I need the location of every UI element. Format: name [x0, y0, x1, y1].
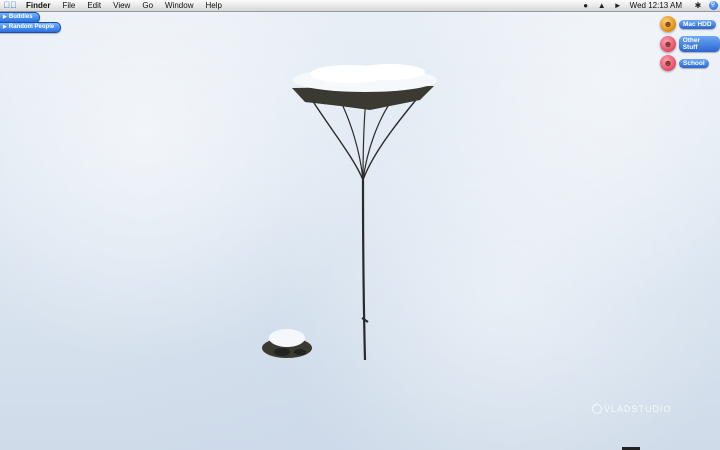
wifi-icon[interactable]: ▲	[594, 0, 610, 11]
volume-icon[interactable]: ►	[610, 0, 626, 11]
wallpaper-plant-illustration	[262, 64, 437, 361]
folder-disk-icon: ☻	[660, 55, 676, 71]
desktop-icon-school[interactable]: ☻ School	[660, 55, 709, 71]
menu-view[interactable]: View	[107, 0, 136, 11]
menu-edit[interactable]: Edit	[81, 0, 107, 11]
menu-file[interactable]: File	[56, 0, 81, 11]
search-icon: ⚲	[708, 1, 718, 10]
menu-go[interactable]: Go	[136, 0, 159, 11]
disclosure-triangle-icon: ▶	[3, 24, 7, 30]
spotlight-button[interactable]: ⚲	[706, 0, 720, 11]
menu-help[interactable]: Help	[199, 0, 227, 11]
bluetooth-icon[interactable]: ✱	[690, 0, 706, 11]
disclosure-triangle-icon: ▶	[3, 14, 7, 20]
desktop-icon-label: School	[679, 58, 709, 68]
wallpaper-watermark: VLADSTUDIO	[592, 404, 672, 414]
folder-disk-icon: ☻	[660, 36, 676, 52]
drawer-tab-random-people[interactable]: ▶ Random People	[0, 22, 62, 33]
menu-app-finder[interactable]: Finder	[20, 0, 56, 11]
watermark-text: VLADSTUDIO	[604, 404, 672, 414]
menu-clock[interactable]: Wed 12:13 AM	[626, 0, 690, 11]
desktop-icon-label: Mac HDD	[679, 19, 716, 29]
desktop-icon-mac-hdd[interactable]: ☻ Mac HDD	[660, 16, 716, 32]
drawer-label: Buddies	[8, 14, 33, 20]
menu-window[interactable]: Window	[159, 0, 199, 11]
drawer-label: Random People	[8, 24, 55, 30]
apple-menu-icon[interactable]: 	[0, 0, 20, 11]
user-icon[interactable]: ●	[578, 0, 594, 11]
hard-drive-icon: ☻	[660, 16, 676, 32]
desktop-icon-other-stuff[interactable]: ☻ Other Stuff	[660, 36, 720, 52]
desktop-icon-label: Other Stuff	[678, 36, 720, 52]
watermark-logo-icon	[592, 404, 602, 414]
menu-bar:  Finder File Edit View Go Window Help …	[0, 0, 720, 12]
